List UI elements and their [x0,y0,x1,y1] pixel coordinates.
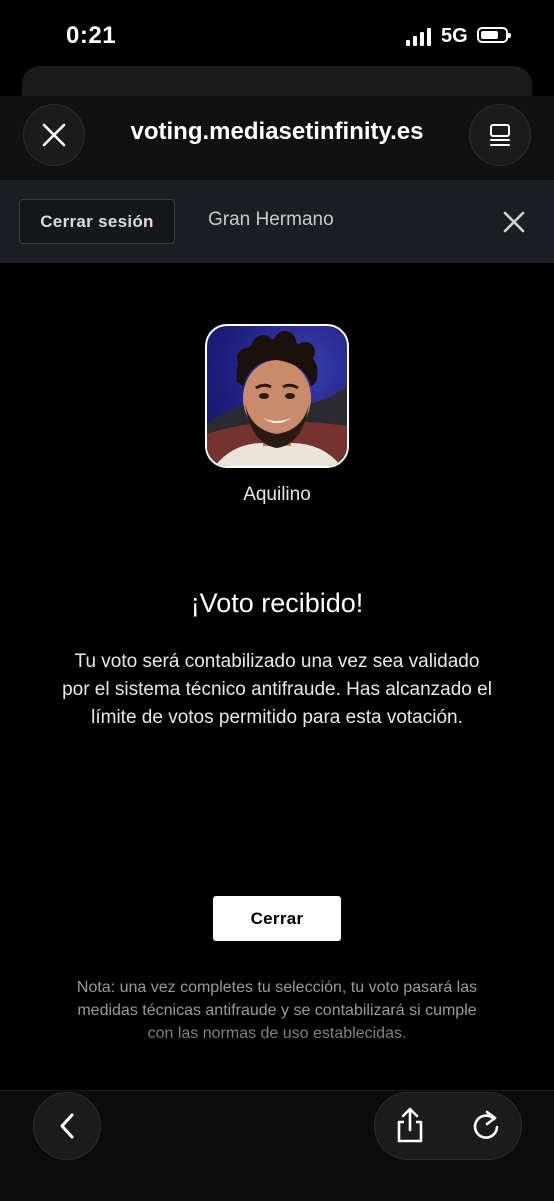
network-label: 5G [441,25,468,47]
chevron-left-icon [60,1113,74,1139]
candidate-name: Aquilino [243,484,311,505]
share-icon[interactable] [394,1106,426,1144]
candidate-avatar [205,324,349,468]
battery-icon [477,27,511,43]
status-time: 0:21 [66,22,117,49]
close-button[interactable]: Cerrar [213,896,341,941]
close-icon[interactable] [500,208,528,236]
vote-received-message: Tu voto será contabilizado una vez sea v… [62,651,492,728]
reload-icon[interactable] [470,1108,502,1142]
candidate-photo [207,331,347,466]
back-button[interactable] [33,1092,101,1160]
content-fade [0,1020,554,1090]
vote-received-title: ¡Voto recibido! [190,588,364,618]
site-title: Gran Hermano [208,209,334,230]
tabs-button[interactable] [469,104,531,166]
signal-icon [406,28,432,46]
status-bar: 0:21 5G [0,0,554,70]
logout-button[interactable]: Cerrar sesión [19,199,175,244]
tabs-icon [490,124,510,146]
